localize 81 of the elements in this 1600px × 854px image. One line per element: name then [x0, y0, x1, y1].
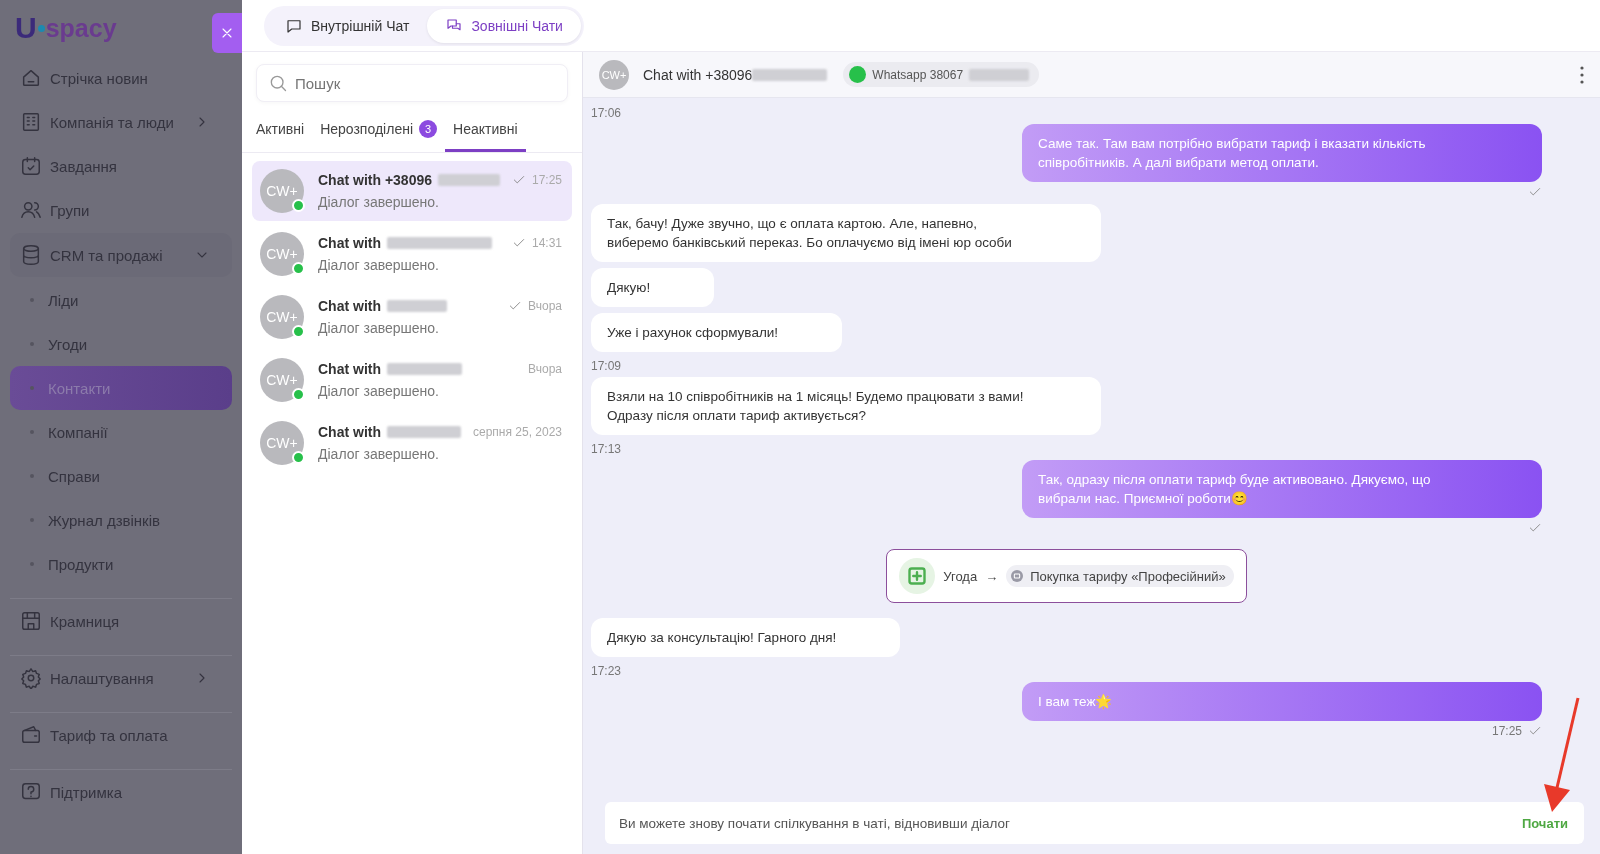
sidebar-subitem[interactable]: Угоди [10, 322, 232, 366]
count-badge: 3 [419, 120, 437, 138]
sidebar-item[interactable]: Завдання [10, 144, 232, 188]
chat-title: Chat with [318, 235, 381, 251]
redacted-block [438, 174, 500, 186]
chat-title: Chat with [318, 298, 381, 314]
tab[interactable]: Внутрішній Чат [267, 8, 428, 43]
arrow-icon: → [985, 568, 999, 584]
chat-title: Chat with [318, 361, 381, 377]
channel-chip: Whatsapp 38067 [843, 62, 1040, 87]
message-bubble: Дякую! [591, 268, 715, 307]
message-bubble: Так, бачу! Дуже звучно, що є оплата картою. Але, напевно, виберемо банківський переказ. Бо оплачуємо від імені юр особи [591, 204, 1101, 262]
avatar: CW+ [260, 295, 304, 339]
chat-time: Вчора [528, 299, 562, 313]
deal-link[interactable]: Покупка тарифу «Професійний» [1006, 565, 1234, 587]
building-icon [20, 111, 42, 133]
sidebar-item[interactable]: Налаштування [10, 655, 232, 700]
search-field[interactable]: Пошук [256, 64, 568, 102]
chat-preview: Діалог завершено. [318, 320, 440, 336]
message-bubble: І вам теж🌟 [1022, 682, 1542, 721]
sidebar-item[interactable]: Підтримка [10, 769, 232, 814]
chat-preview: Діалог завершено. [318, 383, 440, 399]
chat-title: Chat with +38096 [318, 172, 432, 188]
sidebar-item[interactable]: Крамниця [10, 598, 232, 643]
chat-title: Chat with +38096 [643, 66, 753, 83]
avatar: CW+ [599, 59, 629, 90]
redacted-block [969, 68, 1030, 81]
message-bubble: Взяли на 10 співробітників на 1 місяць! Будемо працювати з вами! Одразу після оплати тариф активується? [591, 377, 1101, 435]
start-button[interactable]: Почати [1521, 815, 1568, 831]
tab[interactable]: Нерозподілені 3 [312, 112, 445, 152]
redacted-block [387, 300, 447, 312]
sidebar-subitem[interactable]: Продукти [10, 542, 232, 586]
avatar: CW+ [260, 421, 304, 465]
timestamp: 17:06 [591, 106, 623, 120]
chat-preview: Діалог завершено. [318, 194, 440, 210]
more-button[interactable] [1580, 65, 1584, 84]
message-bubble: Так, одразу після оплати тариф буде активовано. Дякуємо, що вибрали нас. Приємної роботи😊 [1022, 460, 1542, 518]
sidebar-item[interactable]: Стрічка новин [10, 56, 232, 100]
people-icon [20, 199, 42, 221]
sidebar-item[interactable]: Групи [10, 188, 232, 232]
sidebar-subitem[interactable]: Справи [10, 454, 232, 498]
sidebar-subitem[interactable]: Журнал дзвінків [10, 498, 232, 542]
avatar: CW+ [260, 358, 304, 402]
chat-list-item[interactable]: CW+ Chat with 14:31 Діалог завершено. [252, 224, 572, 284]
message-bubble: Дякую за консультацію! Гарного дня! [591, 618, 901, 657]
chat-list-item[interactable]: CW+ Chat with Вчора Діалог завершено. [252, 350, 572, 410]
database-icon [20, 244, 42, 266]
restore-hint: Ви можете знову почати спілкування в чаті, відновивши діалог [619, 815, 1012, 831]
chat-list-item[interactable]: CW+ Chat with серпня 25, 2023 Діалог завершено. [252, 413, 572, 473]
timestamp: 17:23 [591, 664, 623, 678]
sidebar-item[interactable]: CRM та продажі [10, 233, 232, 277]
tab[interactable]: Неактивні [445, 112, 526, 152]
chat-time: 14:31 [531, 236, 562, 250]
chat-preview: Діалог завершено. [318, 446, 440, 462]
chat-list-item[interactable]: CW+ Chat with Вчора Діалог завершено. [252, 287, 572, 347]
sidebar-item[interactable]: Тариф та оплата [10, 712, 232, 757]
timestamp: 17:09 [591, 359, 623, 373]
sidebar-subitem[interactable]: Ліди [10, 278, 232, 322]
more-icon [1580, 65, 1584, 84]
chat-preview: Діалог завершено. [318, 257, 440, 273]
timestamp: 17:25 [1491, 724, 1522, 738]
avatar: CW+ [260, 169, 304, 213]
chat-time: Вчора [528, 362, 562, 376]
chat-list-item[interactable]: CW+ Chat with +38096 17:25 Діалог завершено. [252, 161, 572, 221]
message-bubble: Уже і рахунок сформували! [591, 313, 843, 352]
store-icon [20, 610, 42, 632]
timestamp: 17:13 [591, 442, 623, 456]
chat-time: серпня 25, 2023 [473, 425, 562, 439]
chat-title: Chat with [318, 424, 381, 440]
chat-time: 17:25 [531, 173, 562, 187]
home-icon [20, 67, 42, 89]
tab[interactable]: Зовнішні Чати [427, 8, 581, 43]
sidebar-item[interactable]: Компанія та люди [10, 100, 232, 144]
tab[interactable]: Активні [248, 112, 313, 152]
avatar: CW+ [260, 232, 304, 276]
settings-icon [20, 667, 42, 689]
message-bubble: Саме так. Там вам потрібно вибрати тариф і вказати кількість співробітників. А далі вибрати метод оплати. [1022, 124, 1542, 182]
event-label: Угода [943, 568, 978, 584]
calendar-icon [20, 155, 42, 177]
wallet-icon [20, 724, 42, 746]
sidebar-subitem[interactable]: Компанії [10, 410, 232, 454]
